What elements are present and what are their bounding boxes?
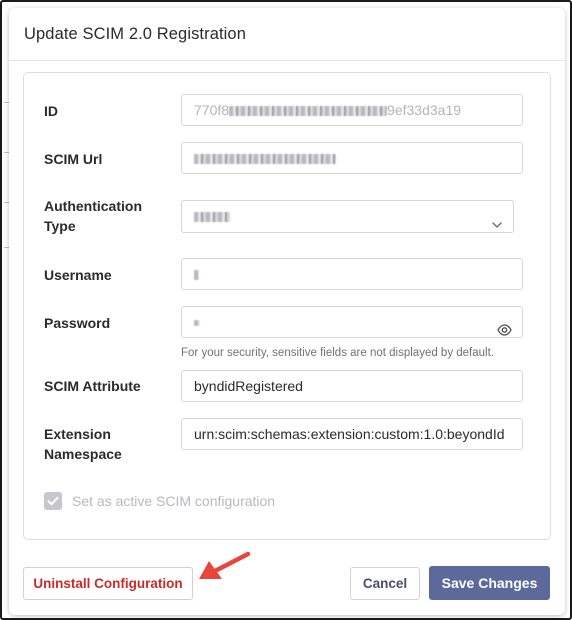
scim-attribute-field[interactable]: byndidRegistered: [181, 370, 523, 402]
redacted-text: [194, 270, 199, 281]
uninstall-configuration-button[interactable]: Uninstall Configuration: [23, 567, 193, 600]
active-config-checkbox[interactable]: [44, 492, 62, 510]
id-field: 770f8 9ef33d3a19: [181, 94, 523, 126]
auth-type-label-line2: Type: [44, 218, 76, 234]
dialog-title: Update SCIM 2.0 Registration: [24, 25, 246, 43]
cancel-button[interactable]: Cancel: [350, 567, 420, 600]
form-card: ID 770f8 9ef33d3a19 SCIM Url Authenticati…: [23, 72, 551, 540]
username-field[interactable]: [181, 258, 523, 290]
redacted-text: [229, 106, 388, 117]
update-scim-dialog: Update SCIM 2.0 Registration ID 770f8 9ef…: [9, 8, 565, 615]
id-value-suffix: 9ef33d3a19: [387, 102, 462, 118]
password-helper-text: For your security, sensitive fields are …: [181, 347, 494, 359]
active-config-label: Set as active SCIM configuration: [72, 493, 276, 509]
id-label: ID: [44, 103, 58, 119]
extension-namespace-label-line1: Extension: [44, 426, 111, 442]
redacted-text: [194, 320, 200, 327]
username-label: Username: [44, 267, 112, 283]
auth-type-label-line1: Authentication: [44, 198, 142, 214]
chevron-down-icon: [491, 211, 503, 232]
scim-url-label: SCIM Url: [44, 151, 103, 167]
save-changes-button[interactable]: Save Changes: [429, 566, 550, 600]
id-value-prefix: 770f8: [194, 102, 230, 118]
extension-namespace-field[interactable]: urn:scim:schemas:extension:custom:1.0:be…: [181, 418, 523, 450]
redacted-text: [194, 212, 230, 223]
scim-url-field[interactable]: [181, 142, 523, 174]
auth-type-select[interactable]: [181, 200, 514, 233]
extension-namespace-label-line2: Namespace: [44, 446, 122, 462]
redacted-text: [194, 154, 336, 165]
extension-namespace-label: Extension Namespace: [44, 424, 122, 464]
annotation-arrow-icon: [199, 551, 251, 579]
scim-attribute-label: SCIM Attribute: [44, 378, 141, 394]
password-field[interactable]: [181, 306, 523, 338]
auth-type-label: Authentication Type: [44, 196, 142, 236]
checkmark-icon: [47, 496, 59, 506]
password-label: Password: [44, 315, 111, 331]
eye-icon[interactable]: [497, 316, 512, 337]
screenshot-frame: Update SCIM 2.0 Registration ID 770f8 9ef…: [0, 0, 572, 620]
dialog-header: Update SCIM 2.0 Registration: [9, 8, 565, 61]
